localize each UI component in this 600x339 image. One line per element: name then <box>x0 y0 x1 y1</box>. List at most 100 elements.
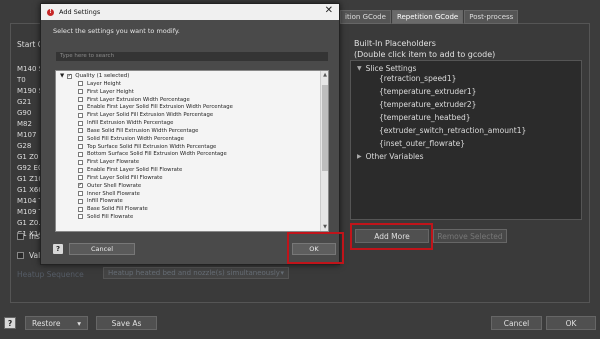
setting-checkbox[interactable]: ✓ <box>78 183 83 189</box>
tree-item-placeholder[interactable]: {extruder_switch_retraction_amount1} <box>379 126 526 135</box>
restore-dropdown[interactable]: Restore ▾ <box>25 316 88 330</box>
setting-row[interactable]: Base Solid Fill Extrusion Width Percenta… <box>78 127 233 135</box>
setting-row[interactable]: Top Surface Solid Fill Extrusion Width P… <box>78 143 233 151</box>
builtin-placeholders-title: Built-In Placeholders <box>354 39 436 48</box>
bottom-bar: ? Restore ▾ Save As Cancel OK <box>0 313 600 339</box>
tree-group-other-variables[interactable]: ▶ Other Variables <box>357 152 424 161</box>
tree-group-slice-settings[interactable]: ▼ Slice Settings <box>357 64 416 73</box>
tree-group-label: Other Variables <box>365 152 424 161</box>
setting-label: Infill Extrusion Width Percentage <box>87 120 174 127</box>
setting-checkbox[interactable] <box>78 112 83 118</box>
app-icon: ! <box>47 8 54 16</box>
setting-checkbox[interactable] <box>78 104 83 110</box>
ok-button[interactable]: OK <box>546 316 596 330</box>
tree-item-placeholder[interactable]: {inset_outer_flowrate} <box>379 139 465 148</box>
setting-label: Infill Flowrate <box>87 198 123 205</box>
cancel-button[interactable]: Cancel <box>491 316 542 330</box>
scroll-down-icon[interactable]: ▼ <box>321 224 328 230</box>
setting-checkbox[interactable] <box>78 97 83 103</box>
insert-checkbox[interactable] <box>17 233 24 240</box>
setting-row[interactable]: Solid Fill Flowrate <box>78 213 233 221</box>
setting-row[interactable]: Inner Shell Flowrate <box>78 190 233 198</box>
setting-checkbox[interactable] <box>78 81 83 87</box>
group-label: Quality (1 selected) <box>75 73 130 79</box>
dialog-instructions: Select the settings you want to modify. <box>53 27 180 35</box>
setting-row[interactable]: First Layer Height <box>78 88 233 96</box>
setting-row[interactable]: Bottom Surface Solid Fill Extrusion Widt… <box>78 150 233 158</box>
save-as-button[interactable]: Save As <box>96 316 157 330</box>
tab-gcode[interactable]: ition GCode <box>340 10 391 24</box>
search-input[interactable]: Type here to search <box>55 51 329 62</box>
tree-item-placeholder[interactable]: {temperature_extruder1} <box>379 87 476 96</box>
help-button[interactable]: ? <box>4 317 16 329</box>
setting-label: Base Solid Fill Extrusion Width Percenta… <box>87 127 199 134</box>
setting-row[interactable]: Infill Extrusion Width Percentage <box>78 119 233 127</box>
setting-row[interactable]: First Layer Flowrate <box>78 158 233 166</box>
dialog-title: Add Settings <box>59 8 101 16</box>
setting-checkbox[interactable] <box>78 144 83 150</box>
setting-label: Solid Fill Extrusion Width Percentage <box>87 135 184 142</box>
chevron-down-icon: ▾ <box>280 269 284 277</box>
group-quality[interactable]: ▼ ✓ Quality (1 selected) <box>60 73 129 79</box>
setting-label: Layer Height <box>87 80 121 87</box>
setting-label: Base Solid Fill Flowrate <box>87 206 148 213</box>
setting-checkbox[interactable] <box>78 89 83 95</box>
setting-label: Inner Shell Flowrate <box>87 190 140 197</box>
tree-item-placeholder[interactable]: {retraction_speed1} <box>379 74 456 83</box>
tab-post-process[interactable]: Post-process <box>464 10 519 24</box>
setting-checkbox[interactable] <box>78 120 83 126</box>
setting-row[interactable]: First Layer Solid Fill Extrusion Width P… <box>78 111 233 119</box>
setting-label: Solid Fill Flowrate <box>87 213 134 220</box>
restore-label: Restore <box>32 318 61 328</box>
expanded-arrow-icon: ▼ <box>60 73 65 79</box>
tree-item-placeholder[interactable]: {temperature_heatbed} <box>379 113 470 122</box>
list-scrollbar[interactable]: ▲ ▼ <box>320 71 328 231</box>
setting-label: First Layer Solid Fill Flowrate <box>87 174 163 181</box>
group-checkbox[interactable]: ✓ <box>67 73 73 79</box>
setting-row[interactable]: Layer Height <box>78 80 233 88</box>
remove-selected-button[interactable]: Remove Selected <box>433 229 507 243</box>
add-more-highlight <box>350 223 433 250</box>
heatup-sequence-value: Heatup heated bed and nozzle(s) simultan… <box>108 269 280 277</box>
setting-row[interactable]: Enable First Layer Solid Fill Extrusion … <box>78 103 233 111</box>
chevron-down-icon: ▾ <box>77 318 81 328</box>
heatup-sequence-select[interactable]: Heatup heated bed and nozzle(s) simultan… <box>103 267 289 279</box>
setting-checkbox[interactable] <box>78 206 83 212</box>
setting-row[interactable]: Base Solid Fill Flowrate <box>78 205 233 213</box>
setting-checkbox[interactable] <box>78 175 83 181</box>
setting-checkbox[interactable] <box>78 198 83 204</box>
scroll-up-icon[interactable]: ▲ <box>321 72 328 78</box>
setting-row[interactable]: Enable First Layer Solid Fill Flowrate <box>78 166 233 174</box>
setting-checkbox[interactable] <box>78 136 83 142</box>
setting-row[interactable]: First Layer Extrusion Width Percentage <box>78 96 233 104</box>
builtin-placeholders-header: Built-In Placeholders (Double click item… <box>354 38 495 60</box>
help-icon[interactable]: ? <box>53 244 63 254</box>
heatup-sequence-label: Heatup Sequence <box>17 270 84 279</box>
setting-label: Enable First Layer Solid Fill Extrusion … <box>87 104 233 111</box>
setting-row[interactable]: Solid Fill Extrusion Width Percentage <box>78 135 233 143</box>
setting-row[interactable]: Infill Flowrate <box>78 197 233 205</box>
tab-repetition-gcode[interactable]: Repetition GCode <box>391 10 464 24</box>
setting-checkbox[interactable] <box>78 214 83 220</box>
setting-checkbox[interactable] <box>78 159 83 165</box>
setting-checkbox[interactable] <box>78 128 83 134</box>
validate-checkbox[interactable] <box>17 252 24 259</box>
setting-row[interactable]: First Layer Solid Fill Flowrate <box>78 174 233 182</box>
close-icon[interactable]: ✕ <box>325 5 333 16</box>
setting-checkbox[interactable] <box>78 151 83 157</box>
setting-label: First Layer Solid Fill Extrusion Width P… <box>87 112 214 119</box>
tree-item-placeholder[interactable]: {temperature_extruder2} <box>379 100 476 109</box>
dialog-cancel-button[interactable]: Cancel <box>69 243 135 255</box>
setting-label: First Layer Extrusion Width Percentage <box>87 96 190 103</box>
setting-label: First Layer Flowrate <box>87 159 140 166</box>
setting-checkbox[interactable] <box>78 191 83 196</box>
settings-list: ▼ ✓ Quality (1 selected) Layer Height Fir… <box>55 70 329 232</box>
setting-label: First Layer Height <box>87 88 134 95</box>
setting-row[interactable]: ✓ Outer Shell Flowrate <box>78 182 233 190</box>
gcode-tabs: ition GCode Repetition GCode Post-proces… <box>340 10 519 24</box>
settings-rows: Layer Height First Layer Height First Laye… <box>78 80 233 221</box>
setting-label: Top Surface Solid Fill Extrusion Width P… <box>87 143 217 150</box>
ok-highlight <box>287 232 344 264</box>
scrollbar-thumb[interactable] <box>322 85 328 171</box>
setting-checkbox[interactable] <box>78 167 83 173</box>
